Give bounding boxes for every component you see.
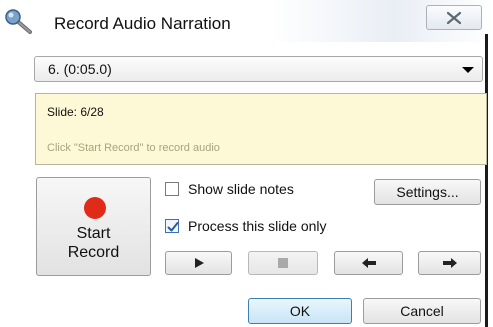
process-slide-only-label: Process this slide only (188, 218, 327, 234)
settings-button[interactable]: Settings... (374, 179, 481, 205)
ok-button-label: OK (289, 303, 311, 319)
start-record-label: Start Record (67, 225, 120, 261)
process-slide-only-checkbox[interactable] (165, 219, 179, 233)
close-button[interactable] (426, 5, 482, 30)
record-dot-icon (84, 197, 106, 219)
show-slide-notes-checkbox[interactable] (165, 182, 179, 196)
slide-counter: Slide: 6/28 (47, 105, 104, 119)
play-button[interactable] (165, 251, 232, 275)
title-bar: Record Audio Narration (0, 0, 493, 42)
settings-button-label: Settings... (396, 184, 459, 200)
window-border (485, 34, 488, 327)
microphone-icon (4, 8, 38, 38)
stop-button[interactable] (248, 251, 318, 275)
slide-info-panel: Slide: 6/28 Click "Start Record" to reco… (35, 93, 487, 165)
ok-button[interactable]: OK (248, 298, 352, 324)
record-audio-dialog: Record Audio Narration 6. (0:05.0) Slide… (0, 0, 493, 327)
slide-dropdown-value: 6. (0:05.0) (48, 61, 112, 77)
previous-slide-button[interactable] (334, 251, 403, 275)
cancel-button[interactable]: Cancel (363, 298, 481, 324)
record-hint: Click "Start Record" to record audio (47, 142, 220, 154)
arrow-right-icon (442, 258, 457, 268)
next-slide-button[interactable] (418, 251, 481, 275)
window-title: Record Audio Narration (54, 14, 231, 33)
chevron-down-icon (462, 67, 474, 73)
play-icon (194, 258, 204, 268)
checkmark-icon (167, 222, 179, 232)
start-record-button[interactable]: Start Record (36, 177, 151, 276)
cancel-button-label: Cancel (400, 303, 444, 319)
show-slide-notes-label: Show slide notes (188, 181, 294, 197)
slide-dropdown[interactable]: 6. (0:05.0) (34, 56, 483, 82)
stop-icon (278, 258, 288, 268)
arrow-left-icon (361, 258, 376, 268)
